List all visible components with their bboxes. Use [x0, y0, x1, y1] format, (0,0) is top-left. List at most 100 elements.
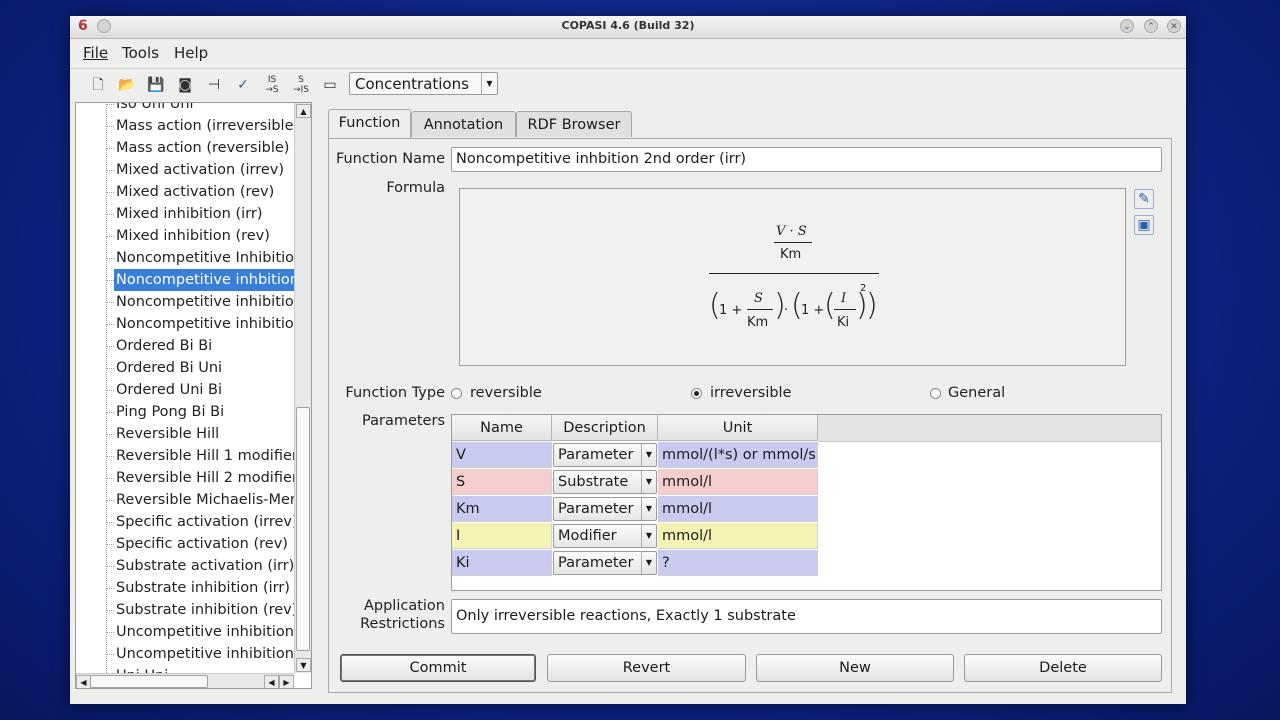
param-name-cell[interactable]: I	[452, 523, 552, 549]
param-description-select[interactable]: Parameter ▼	[553, 497, 657, 521]
param-name-cell[interactable]: V	[452, 442, 552, 468]
tree-item[interactable]: Reversible Hill 2 modifiers	[116, 467, 305, 489]
tree-item[interactable]: Noncompetitive inhibition	[116, 291, 303, 313]
new-button[interactable]: New	[756, 654, 954, 682]
param-description-value: Parameter	[558, 501, 634, 517]
menu-tools[interactable]: Tools	[122, 44, 159, 62]
param-name-cell[interactable]: Ki	[452, 550, 552, 576]
param-header-description[interactable]: Description	[552, 415, 658, 441]
new-file-icon[interactable]: 🗋	[88, 75, 108, 95]
param-description-select[interactable]: Parameter ▼	[553, 443, 657, 467]
tree-item[interactable]: Ordered Bi Bi	[116, 335, 212, 357]
horizontal-scroll-thumb[interactable]	[90, 675, 208, 688]
tree-item[interactable]: Reversible Hill	[116, 423, 219, 445]
tree-item[interactable]: Mixed inhibition (rev)	[116, 225, 270, 247]
tree-item[interactable]: Mass action (reversible)	[116, 137, 289, 159]
radio-irreversible-label[interactable]: irreversible	[710, 385, 792, 401]
vertical-scroll-thumb[interactable]	[296, 407, 310, 651]
tree-item[interactable]: Mass action (irreversible)	[116, 115, 299, 137]
tree-branch-line	[106, 346, 114, 347]
tree-item[interactable]: Ping Pong Bi Bi	[116, 401, 224, 423]
slider-icon[interactable]: ⊣	[204, 75, 224, 95]
tab-annotation[interactable]: Annotation	[411, 111, 516, 137]
tree-item[interactable]: Uncompetitive inhibition (	[116, 643, 304, 665]
param-name-cell[interactable]: S	[452, 469, 552, 495]
application-restrictions-field[interactable]: Only irreversible reactions, Exactly 1 s…	[451, 599, 1162, 634]
radio-reversible[interactable]	[451, 388, 462, 399]
param-unit-cell[interactable]: mmol/l	[658, 496, 818, 522]
tree-vertical-scrollbar[interactable]: ▲ ▼	[294, 103, 311, 673]
splitter-handle[interactable]	[316, 102, 322, 689]
tree-item[interactable]: Mixed activation (rev)	[116, 181, 274, 203]
chevron-down-icon: ▼	[641, 552, 656, 574]
tree-item[interactable]: Ordered Uni Bi	[116, 379, 222, 401]
tree-branch-line	[106, 588, 114, 589]
window-title: COPASI 4.6 (Build 32)	[561, 19, 695, 32]
title-bar: 6 COPASI 4.6 (Build 32) ⌄ ⌃ ✕	[70, 16, 1186, 39]
open-file-icon[interactable]: 📂	[117, 75, 137, 95]
param-unit-cell[interactable]: mmol/l	[658, 523, 818, 549]
radio-reversible-label[interactable]: reversible	[470, 385, 542, 401]
tree-horizontal-scrollbar[interactable]: ◀ ◀ ▶	[76, 673, 294, 688]
tree-branch-line	[106, 324, 114, 325]
param-unit-cell[interactable]: mmol/l	[658, 469, 818, 495]
tree-item[interactable]: Specific activation (irrev)	[116, 511, 298, 533]
commit-button[interactable]: Commit	[340, 654, 536, 682]
scroll-right-icon[interactable]: ▶	[279, 675, 294, 688]
param-header-unit[interactable]: Unit	[658, 415, 818, 441]
tree-item[interactable]: Reversible Hill 1 modifier	[116, 445, 298, 467]
tree-item[interactable]: Noncompetitive inhibition	[116, 313, 303, 335]
menu-file[interactable]: File	[83, 44, 108, 62]
save-formula-icon[interactable]: ▣	[1134, 215, 1154, 235]
formula-i: I	[841, 291, 847, 306]
maximize-button[interactable]: ⌃	[1144, 19, 1158, 33]
close-button[interactable]: ✕	[1167, 19, 1181, 33]
function-name-field[interactable]: Noncompetitive inhbition 2nd order (irr)	[451, 147, 1162, 172]
tree-item[interactable]: Specific activation (rev)	[116, 533, 288, 555]
menu-help[interactable]: Help	[174, 44, 208, 62]
image-icon[interactable]: ▭	[320, 75, 340, 95]
tree-item[interactable]: Mixed inhibition (irr)	[116, 203, 262, 225]
param-description-select[interactable]: Parameter ▼	[553, 551, 657, 575]
tab-rdf-browser[interactable]: RDF Browser	[516, 111, 632, 137]
scroll-left-icon-2[interactable]: ◀	[264, 675, 279, 688]
tab-function[interactable]: Function	[328, 109, 411, 139]
tree-branch-line	[106, 412, 114, 413]
check-icon[interactable]: ✓	[233, 75, 253, 95]
tree-item[interactable]: Reversible Michaelis-Ment	[116, 489, 305, 511]
revert-button[interactable]: Revert	[547, 654, 746, 682]
radio-general[interactable]	[930, 388, 941, 399]
delete-button[interactable]: Delete	[964, 654, 1162, 682]
edit-pencil-icon[interactable]: ✎	[1134, 189, 1154, 209]
param-unit-cell[interactable]: mmol/(l*s) or mmol/s	[658, 442, 818, 468]
radio-general-label[interactable]: General	[948, 385, 1005, 401]
is-to-s-icon[interactable]: IS →S	[262, 75, 282, 95]
tree-item[interactable]: Noncompetitive Inhibition	[116, 247, 303, 269]
minimize-button[interactable]: ⌄	[1120, 19, 1134, 33]
tree-item[interactable]: Mixed activation (irrev)	[116, 159, 284, 181]
tree-item[interactable]: Substrate activation (irr)	[116, 555, 294, 577]
param-header-name[interactable]: Name	[452, 415, 552, 441]
tree-item[interactable]: Ordered Bi Uni	[116, 357, 222, 379]
menu-file-label: File	[83, 44, 109, 62]
tree-item[interactable]: Substrate inhibition (rev)	[116, 599, 297, 621]
save-icon[interactable]: 💾	[146, 75, 166, 95]
param-name-cell[interactable]: Km	[452, 496, 552, 522]
tree-item[interactable]: Iso Uni Uni	[116, 103, 194, 115]
tree-branch-line	[106, 280, 114, 281]
concentration-mode-select[interactable]: Concentrations ▼	[349, 72, 498, 95]
scroll-left-icon[interactable]: ◀	[76, 675, 91, 688]
tree-branch-line	[106, 500, 114, 501]
camera-icon[interactable]: ◙	[175, 75, 195, 95]
tree-item[interactable]: Noncompetitive inhbition	[114, 269, 301, 291]
param-unit-cell[interactable]: ?	[658, 550, 818, 576]
scroll-down-icon[interactable]: ▼	[296, 658, 311, 672]
tree-item[interactable]: Uncompetitive inhibition (	[116, 621, 304, 643]
param-description-value: Parameter	[558, 555, 634, 571]
tree-item[interactable]: Substrate inhibition (irr)	[116, 577, 290, 599]
radio-irreversible[interactable]	[691, 388, 702, 399]
s-to-is-icon[interactable]: S →IS	[291, 75, 311, 95]
scroll-up-icon[interactable]: ▲	[296, 104, 311, 118]
param-description-select[interactable]: Substrate ▼	[553, 470, 657, 494]
param-description-select[interactable]: Modifier ▼	[553, 524, 657, 548]
